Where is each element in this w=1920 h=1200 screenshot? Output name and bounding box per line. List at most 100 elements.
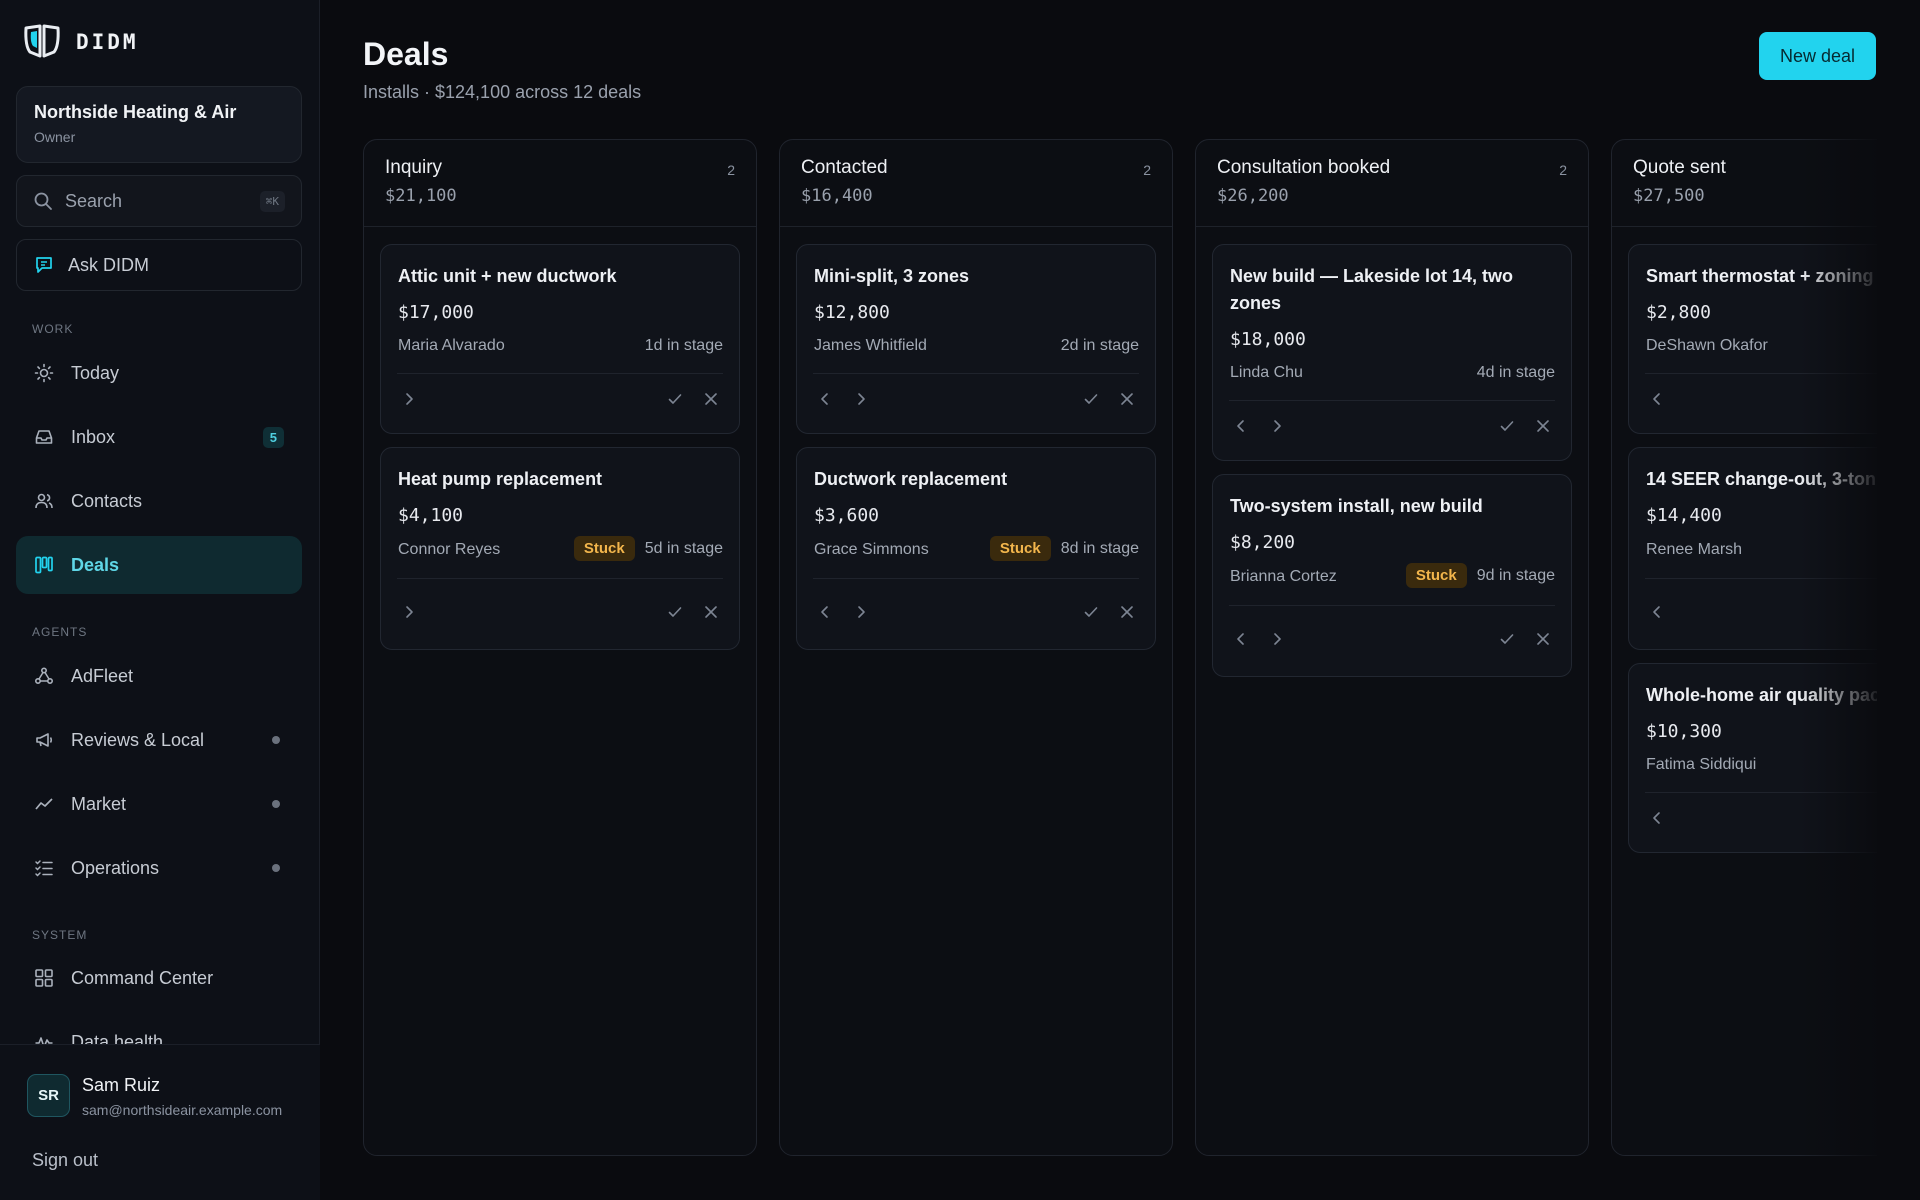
- nav-label-today: Today: [71, 362, 120, 383]
- move-forward-button[interactable]: [391, 594, 427, 630]
- trend-icon: [35, 798, 53, 810]
- users-icon: [35, 493, 53, 509]
- mark-won-button[interactable]: [657, 594, 693, 630]
- deal-contact: Brianna Cortez: [1230, 568, 1337, 585]
- deal-meta: 4d in stage: [1477, 364, 1555, 382]
- mark-won-button[interactable]: [657, 381, 693, 417]
- nav-item-today[interactable]: Today: [16, 344, 302, 402]
- mark-lost-button[interactable]: [1109, 594, 1145, 630]
- mark-lost-icon: [1121, 606, 1133, 618]
- mark-lost-button[interactable]: [1525, 408, 1561, 444]
- card-divider: [397, 578, 723, 579]
- deal-card[interactable]: Attic unit + new ductwork $17,000 Maria Al…: [380, 244, 740, 434]
- nav-item-reviews-local[interactable]: Reviews & Local: [16, 711, 302, 769]
- mark-lost-icon: [705, 393, 717, 405]
- move-back-icon: [1653, 393, 1660, 405]
- deal-amount: $8,200: [1230, 532, 1296, 553]
- card-divider: [1645, 373, 1877, 374]
- deal-amount: $4,100: [398, 505, 464, 526]
- deal-contact: Renee Marsh: [1646, 541, 1743, 558]
- deal-contact: Maria Alvarado: [398, 337, 505, 354]
- move-back-button[interactable]: [807, 381, 843, 417]
- column-total: $27,500: [1633, 186, 1705, 206]
- deal-title: New build — Lakeside lot 14, two zones: [1230, 266, 1514, 313]
- deal-card[interactable]: 14 SEER change-out, 3-ton $14,400 Renee Ma…: [1628, 447, 1877, 650]
- mark-won-button[interactable]: [1073, 594, 1109, 630]
- deals-board: Inquiry 2 $21,100 Attic unit + new ductwork…: [363, 139, 1877, 1156]
- deal-amount: $2,800: [1646, 302, 1712, 323]
- move-back-button[interactable]: [1639, 594, 1675, 630]
- card-divider: [397, 373, 723, 374]
- move-forward-button[interactable]: [1259, 408, 1295, 444]
- mark-lost-button[interactable]: [693, 594, 729, 630]
- move-forward-icon: [1274, 420, 1281, 432]
- avatar[interactable]: SR: [27, 1074, 70, 1117]
- mark-won-icon: [668, 394, 682, 404]
- card-divider: [813, 578, 1139, 579]
- org-switcher[interactable]: Northside Heating & Air Owner: [16, 86, 302, 163]
- ask-didm-button[interactable]: Ask DIDM: [16, 239, 302, 291]
- mark-won-button[interactable]: [1489, 408, 1525, 444]
- deal-contact: Grace Simmons: [814, 541, 929, 558]
- mark-won-button[interactable]: [1489, 621, 1525, 657]
- nav-item-contacts[interactable]: Contacts: [16, 472, 302, 530]
- move-forward-button[interactable]: [843, 594, 879, 630]
- move-back-button[interactable]: [1223, 408, 1259, 444]
- new-deal-button[interactable]: New deal: [1759, 32, 1876, 80]
- move-back-button[interactable]: [1639, 381, 1675, 417]
- move-back-button[interactable]: [1639, 800, 1675, 836]
- nav-item-deals[interactable]: Deals: [16, 536, 302, 594]
- column-total: $16,400: [801, 186, 873, 206]
- column-total: $26,200: [1217, 186, 1289, 206]
- move-forward-icon: [858, 606, 865, 618]
- deal-card[interactable]: Whole-home air quality package $10,300 Fat…: [1628, 663, 1877, 853]
- card-actions: [1223, 408, 1561, 444]
- nav-label-market: Market: [71, 793, 127, 814]
- deal-card[interactable]: Heat pump replacement $4,100 Connor Reyes S…: [380, 447, 740, 650]
- mark-lost-button[interactable]: [1525, 621, 1561, 657]
- brand[interactable]: DIDM: [22, 24, 139, 60]
- search-input[interactable]: Search ⌘K: [16, 175, 302, 227]
- days-in-stage: 1d in stage: [644, 337, 723, 354]
- sign-out-link[interactable]: Sign out: [32, 1150, 98, 1171]
- move-back-button[interactable]: [1223, 621, 1259, 657]
- deal-contact: Fatima Siddiqui: [1646, 756, 1757, 773]
- nav-item-inbox[interactable]: Inbox 5: [16, 408, 302, 466]
- deal-card[interactable]: Mini-split, 3 zones $12,800 James Whitfiel…: [796, 244, 1156, 434]
- nav-item-operations[interactable]: Operations: [16, 839, 302, 897]
- pipeline-column: Inquiry 2 $21,100 Attic unit + new ductwork…: [363, 139, 757, 1156]
- move-forward-button[interactable]: [391, 381, 427, 417]
- deal-contact: Linda Chu: [1230, 364, 1303, 381]
- user-panel: SR Sam Ruiz sam@northsideair.example.com…: [0, 1044, 320, 1200]
- card-actions: [807, 594, 1145, 630]
- mark-lost-button[interactable]: [693, 381, 729, 417]
- deal-title: Smart thermostat + zoning: [1646, 266, 1874, 286]
- mark-lost-icon: [705, 606, 717, 618]
- deal-title: Ductwork replacement: [814, 469, 1008, 489]
- brand-name: DIDM: [76, 30, 139, 54]
- deal-card[interactable]: Ductwork replacement $3,600 Grace Simmons S…: [796, 447, 1156, 650]
- nav-item-market[interactable]: Market: [16, 775, 302, 833]
- stuck-badge: Stuck: [989, 536, 1051, 561]
- status-dot: [272, 864, 280, 872]
- mark-lost-button[interactable]: [1109, 381, 1145, 417]
- card-divider: [1645, 792, 1877, 793]
- nav-item-adfleet[interactable]: AdFleet: [16, 647, 302, 705]
- move-forward-icon: [406, 606, 413, 618]
- deal-card[interactable]: Smart thermostat + zoning $2,800 DeShawn O…: [1628, 244, 1877, 434]
- move-forward-button[interactable]: [1259, 621, 1295, 657]
- mark-won-icon: [1500, 421, 1514, 431]
- days-in-stage: 4d in stage: [1476, 364, 1555, 381]
- nav-item-command-center[interactable]: Command Center: [16, 949, 302, 1007]
- ask-didm-label: Ask DIDM: [68, 254, 149, 275]
- days-in-stage: 5d in stage: [644, 539, 723, 557]
- move-back-button[interactable]: [807, 594, 843, 630]
- deal-card[interactable]: New build — Lakeside lot 14, two zones $1…: [1212, 244, 1572, 461]
- deal-amount: $18,000: [1230, 329, 1306, 350]
- deal-card[interactable]: Two-system install, new build $8,200 Brian…: [1212, 474, 1572, 677]
- mark-won-button[interactable]: [1073, 381, 1109, 417]
- move-forward-button[interactable]: [843, 381, 879, 417]
- column-header: Contacted 2 $16,400: [780, 140, 1172, 227]
- deal-title: 14 SEER change-out, 3-ton: [1646, 469, 1877, 489]
- deal-meta: Stuck 9d in stage: [1405, 563, 1555, 588]
